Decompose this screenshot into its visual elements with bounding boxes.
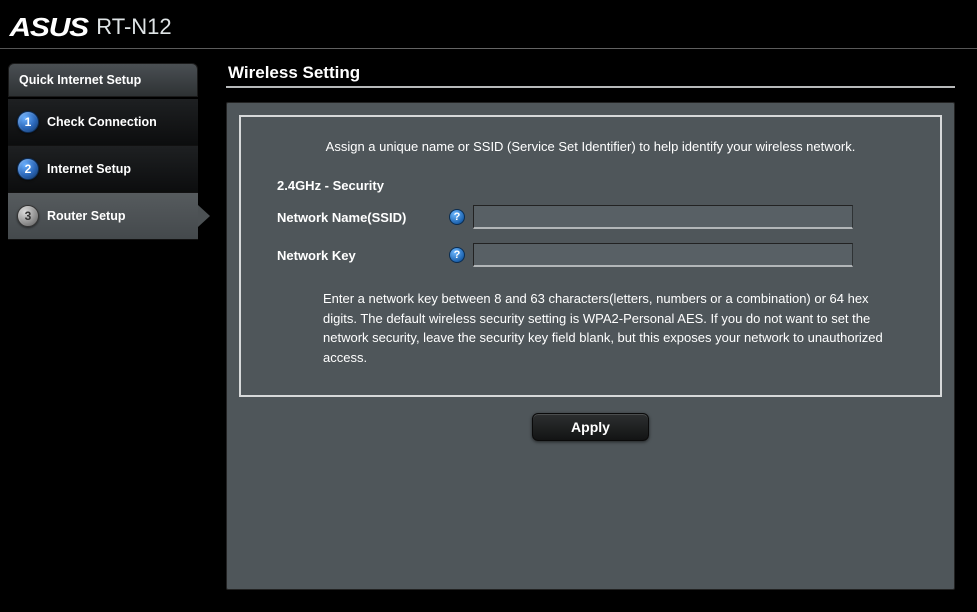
settings-panel-inner: Assign a unique name or SSID (Service Se… bbox=[239, 115, 942, 397]
field-row-ssid: Network Name(SSID) ? bbox=[277, 205, 904, 229]
apply-row: Apply bbox=[239, 413, 942, 441]
model-name: RT-N12 bbox=[96, 14, 171, 40]
sidebar-item-check-connection[interactable]: 1 Check Connection bbox=[8, 99, 198, 146]
network-key-label: Network Key bbox=[277, 248, 441, 263]
brand-logo: ASUS bbox=[0, 12, 88, 43]
step-label: Router Setup bbox=[47, 209, 125, 223]
help-icon[interactable]: ? bbox=[449, 247, 465, 263]
section-title: 2.4GHz - Security bbox=[277, 178, 904, 193]
step-number-icon: 2 bbox=[17, 158, 39, 180]
settings-panel: Assign a unique name or SSID (Service Se… bbox=[226, 102, 955, 590]
sidebar: Quick Internet Setup 1 Check Connection … bbox=[0, 63, 198, 612]
apply-button[interactable]: Apply bbox=[532, 413, 649, 441]
panel-description: Assign a unique name or SSID (Service Se… bbox=[277, 139, 904, 154]
step-list: 1 Check Connection 2 Internet Setup 3 Ro… bbox=[8, 99, 198, 240]
sidebar-item-router-setup[interactable]: 3 Router Setup bbox=[8, 193, 198, 240]
step-number-icon: 1 bbox=[17, 111, 39, 133]
help-icon[interactable]: ? bbox=[449, 209, 465, 225]
help-text: Enter a network key between 8 and 63 cha… bbox=[277, 281, 904, 367]
step-number-icon: 3 bbox=[17, 205, 39, 227]
sidebar-item-internet-setup[interactable]: 2 Internet Setup bbox=[8, 146, 198, 193]
title-underline bbox=[226, 86, 955, 88]
step-label: Check Connection bbox=[47, 115, 157, 129]
field-row-network-key: Network Key ? bbox=[277, 243, 904, 267]
ssid-input[interactable] bbox=[473, 205, 853, 229]
page-title: Wireless Setting bbox=[226, 63, 955, 83]
main-content: Wireless Setting Assign a unique name or… bbox=[198, 63, 977, 612]
network-key-input[interactable] bbox=[473, 243, 853, 267]
step-label: Internet Setup bbox=[47, 162, 131, 176]
sidebar-title: Quick Internet Setup bbox=[8, 63, 198, 97]
header: ASUS RT-N12 bbox=[0, 0, 977, 48]
ssid-label: Network Name(SSID) bbox=[277, 210, 441, 225]
